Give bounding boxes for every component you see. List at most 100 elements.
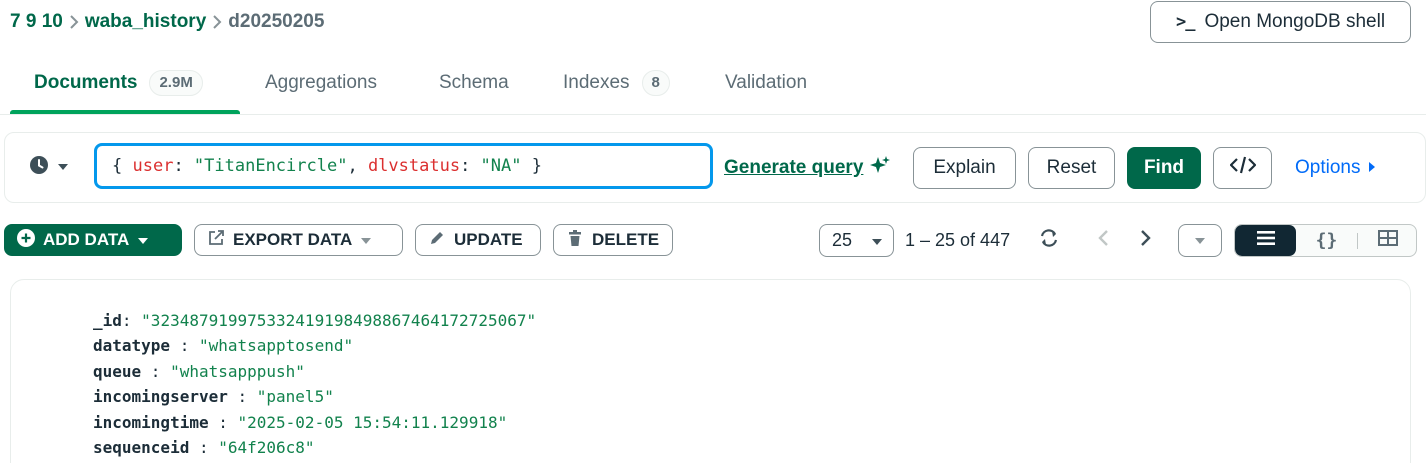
breadcrumb-host[interactable]: 7 9 10: [10, 11, 63, 33]
update-button[interactable]: UPDATE: [415, 224, 541, 256]
tab-indexes[interactable]: Indexes 8: [563, 58, 670, 108]
field-row: _id: "3234879199753324191984988674641727…: [93, 311, 537, 330]
document-card[interactable]: _id: "3234879199753324191984988674641727…: [10, 279, 1411, 463]
field-row: sequenceid : "64f206c8": [93, 438, 315, 458]
explain-button[interactable]: Explain: [913, 147, 1016, 189]
indexes-count-badge: 8: [641, 70, 670, 96]
chevron-right-icon: [63, 9, 85, 35]
query-colon: :: [173, 156, 194, 176]
query-value-dlvstatus: "NA": [480, 156, 522, 176]
pagination-range: 1 – 25 of 447: [905, 229, 1011, 250]
find-label: Find: [1143, 157, 1185, 178]
query-key-dlvstatus: dlvstatus: [367, 156, 461, 176]
list-view-toggle[interactable]: [1235, 225, 1296, 256]
update-label: UPDATE: [454, 230, 523, 249]
field-name: sequenceid: [93, 438, 190, 458]
tab-aggregations-label: Aggregations: [265, 72, 377, 93]
chevron-right-icon: [206, 9, 228, 35]
field-row: incomingserver : "panel5": [93, 387, 334, 407]
field-name: queue: [93, 361, 142, 381]
collection-tabs: Documents 2.9M Aggregations Schema Index…: [0, 58, 1426, 116]
next-page-button[interactable]: [1130, 224, 1162, 257]
refresh-icon: [1038, 227, 1060, 254]
field-value: "panel5": [256, 387, 334, 407]
field-name: datatype: [93, 336, 171, 356]
export-icon: [207, 229, 225, 252]
field-value: "323487919975332419198498867464172725067…: [141, 311, 537, 330]
list-icon: [1256, 231, 1275, 250]
caret-down-icon: [57, 158, 69, 176]
query-value-user: "TitanEncircle": [193, 156, 348, 176]
field-value: "64f206c8": [218, 438, 315, 458]
tab-schema[interactable]: Schema: [439, 58, 509, 108]
generate-query-link[interactable]: Generate query: [724, 155, 891, 181]
options-toggle[interactable]: Options: [1295, 155, 1376, 181]
refresh-button[interactable]: [1033, 224, 1065, 257]
chevron-right-icon: [1140, 229, 1152, 252]
explain-label: Explain: [933, 157, 996, 178]
code-view-button[interactable]: [1213, 147, 1272, 189]
tab-documents-label: Documents: [34, 72, 138, 93]
caret-down-icon: [1194, 232, 1206, 250]
delete-button[interactable]: DELETE: [553, 224, 673, 256]
plus-circle-icon: [17, 228, 35, 252]
find-button[interactable]: Find: [1127, 147, 1201, 189]
document-fields: _id: "3234879199753324191984988674641727…: [93, 308, 536, 460]
pencil-icon: [428, 229, 446, 252]
query-brace-open: {: [112, 156, 133, 176]
page-size-select[interactable]: 25: [819, 224, 894, 257]
caret-down-icon: [360, 230, 372, 250]
caret-down-icon: [137, 230, 149, 250]
tabs-divider: [0, 114, 1426, 115]
page-size-value: 25: [832, 230, 853, 250]
open-shell-button[interactable]: >_ Open MongoDB shell: [1150, 1, 1411, 43]
pagination-menu-button[interactable]: [1178, 224, 1222, 257]
reset-label: Reset: [1046, 157, 1097, 178]
chevron-left-icon: [1097, 229, 1109, 252]
query-brace-close: }: [521, 156, 542, 176]
open-shell-label: Open MongoDB shell: [1204, 11, 1386, 32]
query-colon: :: [460, 156, 481, 176]
documents-count-badge: 2.9M: [149, 70, 203, 96]
terminal-prompt-icon: >_: [1175, 12, 1196, 32]
export-data-button[interactable]: EXPORT DATA: [194, 224, 403, 256]
curly-braces-icon: {}: [1315, 230, 1338, 251]
field-row: datatype : "whatsapptosend": [93, 336, 354, 356]
reset-button[interactable]: Reset: [1028, 147, 1115, 189]
delete-label: DELETE: [592, 230, 660, 249]
query-bar: { user: "TitanEncircle", dlvstatus: "NA"…: [4, 132, 1426, 203]
add-data-label: ADD DATA: [43, 230, 130, 249]
generate-query-label: Generate query: [724, 157, 864, 178]
field-name: _id: [93, 311, 122, 330]
export-data-label: EXPORT DATA: [233, 230, 353, 249]
caret-right-icon: [1368, 157, 1376, 179]
query-filter-input[interactable]: { user: "TitanEncircle", dlvstatus: "NA"…: [94, 143, 713, 189]
table-view-toggle[interactable]: [1357, 225, 1416, 256]
tab-indexes-label: Indexes: [563, 72, 630, 93]
tab-aggregations[interactable]: Aggregations: [265, 58, 377, 108]
previous-page-button[interactable]: [1087, 224, 1119, 257]
add-data-button[interactable]: ADD DATA: [4, 224, 182, 256]
view-switcher: {}: [1234, 224, 1417, 257]
field-value: "whatsapptosend": [198, 336, 354, 356]
tab-documents[interactable]: Documents 2.9M: [34, 58, 203, 108]
json-view-toggle[interactable]: {}: [1296, 225, 1357, 256]
caret-down-icon: [871, 230, 883, 251]
tab-schema-label: Schema: [439, 72, 509, 93]
query-history-button[interactable]: [29, 155, 69, 179]
options-label: Options: [1295, 157, 1361, 178]
field-row: incomingtime : "2025-02-05 15:54:11.1299…: [93, 412, 508, 432]
tab-validation[interactable]: Validation: [725, 58, 807, 108]
breadcrumb: 7 9 10 waba_history d20250205: [10, 9, 324, 35]
field-name: incomingserver: [93, 387, 228, 407]
breadcrumb-database[interactable]: waba_history: [85, 11, 206, 33]
query-comma: ,: [347, 156, 368, 176]
sparkle-icon: [869, 155, 891, 182]
code-icon: [1228, 156, 1257, 180]
field-row: queue : "whatsapppush": [93, 361, 305, 381]
trash-icon: [566, 229, 584, 252]
breadcrumb-collection: d20250205: [228, 11, 325, 32]
field-value: "whatsapppush": [170, 361, 305, 381]
table-icon: [1377, 230, 1398, 251]
field-value: "2025-02-05 15:54:11.129918": [237, 412, 508, 432]
